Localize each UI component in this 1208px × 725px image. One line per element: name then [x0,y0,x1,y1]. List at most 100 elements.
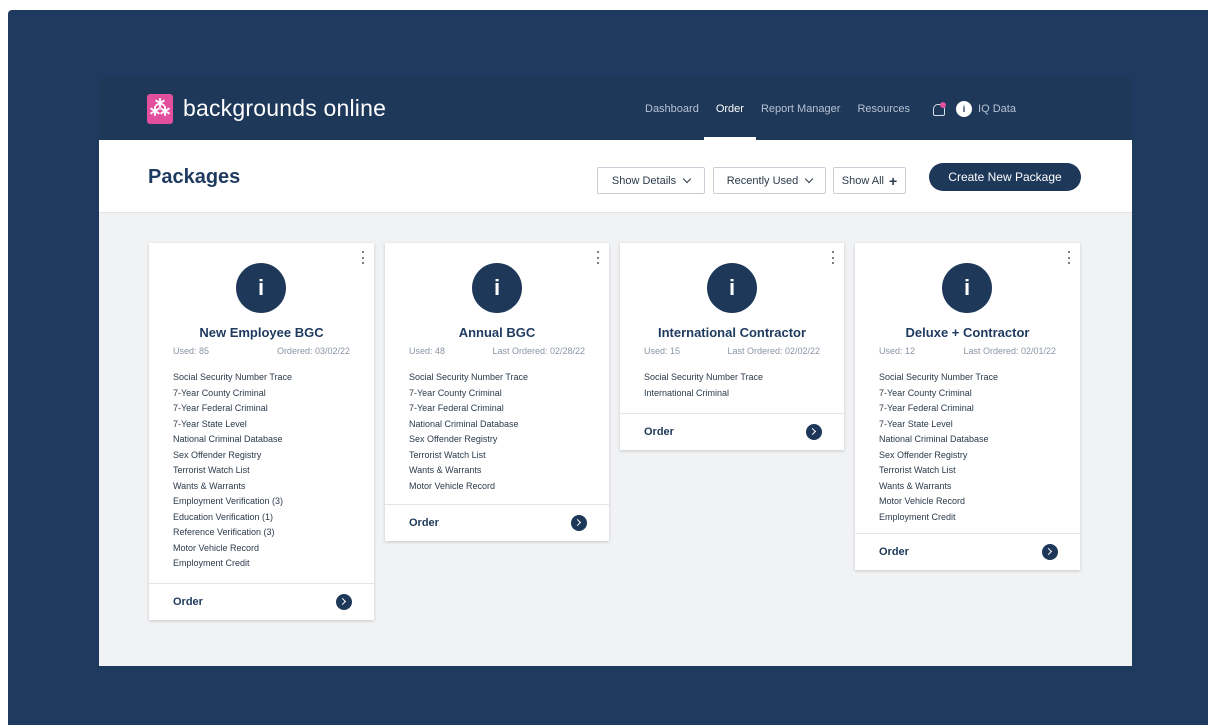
card-footer: Order [385,504,609,541]
nav-report-manager[interactable]: Report Manager [761,77,841,140]
package-item: National Criminal Database [173,434,283,444]
package-item: Motor Vehicle Record [173,542,260,553]
package-item: Social Security Number Trace [173,372,293,382]
package-items: Social Security Number Trace 7-Year Coun… [409,370,593,494]
show-details-dropdown[interactable]: Show Details [597,167,705,194]
package-meta: Used: 15 Last Ordered: 02/02/22 [644,346,820,356]
kebab-menu-icon[interactable] [1067,251,1071,264]
iq-logo-icon: i [472,263,522,313]
package-meta: Used: 48 Last Ordered: 02/28/22 [409,346,585,356]
package-item: Wants & Warrants [173,480,246,491]
nav-order[interactable]: Order [703,77,757,140]
last-ordered: Last Ordered: 02/01/22 [963,346,1056,356]
recently-used-label: Recently Used [726,174,799,187]
package-item: 7-Year State Level [173,418,247,429]
package-item: Social Security Number Trace [879,372,999,382]
page-header: Packages Show Details Recently Used Show… [99,140,1132,213]
card-footer: Order [149,583,374,620]
arrow-right-icon[interactable] [806,424,822,440]
package-item: 7-Year County Criminal [173,387,266,398]
package-item: Terrorist Watch List [173,465,250,475]
package-card: i Deluxe + Contractor Used: 12 Last Orde… [855,243,1080,570]
notification-bell-icon[interactable] [932,101,947,116]
package-item: Employment Credit [173,558,250,568]
top-navigation-bar: ⁂ backgrounds online Dashboard Order Rep… [99,77,1132,140]
used-count: Used: 85 [173,346,210,356]
package-item: Wants & Warrants [879,480,952,491]
brand-name: backgrounds online [183,95,387,121]
iq-data-icon-letter: i [962,103,966,114]
package-item: Sex Offender Registry [409,434,498,444]
card-footer: Order [620,413,844,450]
show-details-label: Show Details [611,174,677,187]
nav-resources[interactable]: Resources [857,77,910,140]
package-item: National Criminal Database [409,418,519,429]
page-title: Packages [148,166,241,188]
package-item: International Criminal [644,387,730,398]
package-item: 7-Year County Criminal [409,387,502,398]
chevron-down-icon [805,174,814,184]
package-item: Employment Credit [879,511,956,522]
used-count: Used: 15 [644,346,681,356]
package-item: Motor Vehicle Record [409,480,496,491]
chevron-down-icon [682,174,692,184]
nav-iq-data[interactable]: IQ Data [978,77,1016,140]
package-items: Social Security Number Trace Internation… [644,370,828,401]
order-link[interactable]: Order [173,596,203,608]
arrow-right-icon[interactable] [336,594,352,610]
brand-logo[interactable]: ⁂ backgrounds online [147,93,387,124]
iq-logo-icon: i [236,263,286,313]
recently-used-dropdown[interactable]: Recently Used [713,167,826,194]
package-title: New Employee BGC [199,325,324,340]
iq-logo-icon: i [942,263,992,313]
arrow-right-icon[interactable] [571,515,587,531]
order-link[interactable]: Order [879,546,909,558]
package-card: i International Contractor Used: 15 Last… [620,243,844,450]
used-count: Used: 48 [409,346,446,356]
used-count: Used: 12 [879,346,916,356]
package-title: International Contractor [657,325,807,340]
package-item: 7-Year State Level [879,418,953,429]
kebab-menu-icon[interactable] [361,251,365,264]
create-new-package-button[interactable]: Create New Package [929,163,1081,191]
iq-logo-icon: i [707,263,757,313]
show-all-label: Show All [841,174,884,187]
package-item: Wants & Warrants [409,465,482,475]
package-item: 7-Year County Criminal [879,387,972,398]
package-item: 7-Year Federal Criminal [879,403,974,413]
package-item: Employment Verification (3) [173,496,284,506]
main-nav: Dashboard Order Report Manager Resources… [645,77,1033,140]
order-link[interactable]: Order [644,426,674,438]
package-item: Terrorist Watch List [879,465,956,475]
package-item: Reference Verification (3) [173,527,275,537]
package-item: Terrorist Watch List [409,449,486,460]
iq-data-icon[interactable]: i [956,100,973,117]
nav-dashboard[interactable]: Dashboard [645,77,699,140]
package-item: Education Verification (1) [173,511,274,522]
package-title: Annual BGC [458,325,536,340]
package-card: i New Employee BGC Used: 85 Ordered: 03/… [149,243,374,620]
last-ordered: Ordered: 03/02/22 [276,346,350,356]
package-item: 7-Year Federal Criminal [173,403,268,413]
package-item: 7-Year Federal Criminal [409,403,504,413]
package-item: Sex Offender Registry [879,449,968,460]
package-item: Sex Offender Registry [173,449,262,460]
last-ordered: Last Ordered: 02/02/22 [727,346,820,356]
card-footer: Order [855,533,1080,570]
package-item: Social Security Number Trace [409,372,529,382]
arrow-right-icon[interactable] [1042,544,1058,560]
kebab-menu-icon[interactable] [596,251,600,264]
plus-icon: + [889,172,898,189]
package-items: Social Security Number Trace 7-Year Coun… [879,370,1064,525]
last-ordered: Last Ordered: 02/28/22 [492,346,585,356]
order-link[interactable]: Order [409,517,439,529]
package-items: Social Security Number Trace 7-Year Coun… [173,370,358,572]
package-item: National Criminal Database [879,434,989,444]
kebab-menu-icon[interactable] [831,251,835,264]
app-window: ⁂ backgrounds online Dashboard Order Rep… [99,77,1132,666]
package-item: Motor Vehicle Record [879,496,966,506]
brand-mark-icon: ⁂ [147,93,173,124]
package-card: i Annual BGC Used: 48 Last Ordered: 02/2… [385,243,609,541]
package-title: Deluxe + Contractor [905,325,1030,340]
show-all-button[interactable]: Show All + [833,167,906,194]
